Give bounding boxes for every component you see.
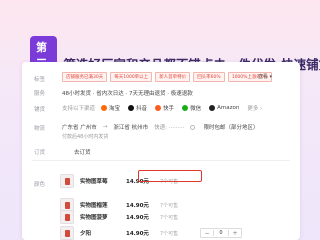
sku-price: 14.90元 <box>126 231 149 237</box>
color-label: 颜色 <box>34 182 46 188</box>
quantity-stepper: − 0 + <box>200 228 242 238</box>
platforms-more-link[interactable]: 更多 › <box>247 104 262 112</box>
platform-name: Amazon <box>217 105 240 111</box>
kuaishou-icon <box>155 105 162 111</box>
channel-label: 铺货 <box>34 107 46 113</box>
sku-row: 夕阳 14.90元 7个可售 − 0 + <box>60 222 292 240</box>
sku-thumbnail[interactable] <box>60 174 74 188</box>
channel-prefix: 支持以下渠道 <box>62 106 96 112</box>
product-detail-card: 标签 店铺服务已满30天 每天1000单以上 新人首单特价 回头率60% 100… <box>22 62 300 240</box>
ship-to[interactable]: 浙江省 杭州市 <box>113 123 148 131</box>
platform-amazon[interactable]: Amazon <box>209 105 239 111</box>
tag: 店铺服务已满30天 <box>62 72 108 82</box>
shipping-label: 物流 <box>34 126 46 132</box>
highlight-box <box>138 170 202 182</box>
ship-subnote: 付款后48小时内发货 <box>62 134 109 140</box>
ship-note: 限时包邮（部分地区） <box>203 125 259 131</box>
increment-button[interactable]: + <box>229 230 241 237</box>
platform-name: 快手 <box>163 106 175 112</box>
tag: 回头率60% <box>193 72 225 82</box>
platform-douyin[interactable]: 抖音 <box>128 104 147 112</box>
channel-row: 支持以下渠道 淘宝 抖音 快手 微信 Amazon 更多 › <box>62 104 262 112</box>
platform-name: 淘宝 <box>109 106 121 112</box>
ship-from: 广东省 广州市 <box>62 125 97 131</box>
shipping-row: 广东省 广州市 → 浙江省 杭州市 快递: ········· 限时包邮（部分地… <box>62 123 258 131</box>
douyin-icon <box>128 105 135 111</box>
quantity-input[interactable]: 0 <box>213 230 229 236</box>
platform-taobao[interactable]: 淘宝 <box>101 104 120 112</box>
service-label: 服务 <box>34 91 46 97</box>
divider <box>32 160 290 161</box>
tag: 每天1000单以上 <box>110 72 153 82</box>
radio-icon[interactable] <box>190 124 196 130</box>
platform-wechat[interactable]: 微信 <box>182 104 201 112</box>
sku-stock: 7个可售 <box>160 230 179 237</box>
wechat-icon <box>182 105 189 111</box>
amazon-icon <box>209 105 216 111</box>
sku-stock: 7个可售 <box>160 214 179 221</box>
platform-name: 抖音 <box>136 106 148 112</box>
ship-arrow-icon: → <box>102 124 108 130</box>
platform-kuaishou[interactable]: 快手 <box>155 104 174 112</box>
ship-fee: 快递: ········· <box>154 125 185 131</box>
tags-label: 标签 <box>34 77 46 83</box>
order-link[interactable]: 去订货 <box>74 148 91 156</box>
service-text: 48小时发货 · 省内次日达 · 7天无理由退货 · 极速退款 <box>62 91 193 97</box>
tags-more-link[interactable]: 查看 ▾ <box>258 73 272 80</box>
sku-name: 夕阳 <box>80 231 92 237</box>
order-label: 订货 <box>34 150 46 156</box>
taobao-icon <box>101 105 108 111</box>
tag-list: 店铺服务已满30天 每天1000单以上 新人首单特价 回头率60% 1000%上… <box>62 72 272 82</box>
sku-name: 实物图菠萝 <box>80 215 108 221</box>
sku-name: 实物图草莓 <box>80 179 108 185</box>
platform-name: 微信 <box>190 106 202 112</box>
sku-thumbnail[interactable] <box>60 226 74 240</box>
tag: 新人首单特价 <box>155 72 191 82</box>
decrement-button[interactable]: − <box>201 230 213 237</box>
sku-price: 14.90元 <box>126 215 149 221</box>
